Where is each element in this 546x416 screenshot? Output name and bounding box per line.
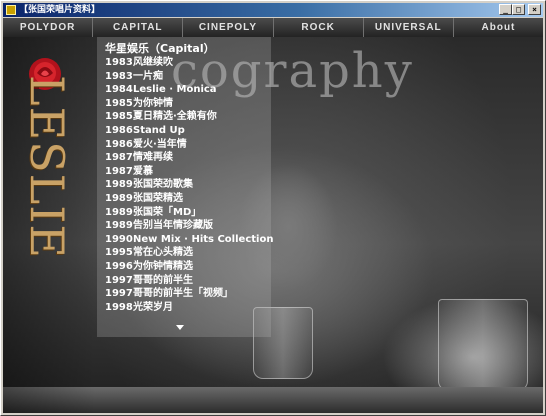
album-item[interactable]: 1986Stand Up: [105, 124, 273, 138]
app-window: 【张国荣唱片资料】 _ □ × POLYDOR CAPITAL CINEPOLY…: [0, 0, 546, 416]
album-year: 1983: [105, 70, 133, 82]
album-item[interactable]: 1997哥哥的前半生「视频」: [105, 287, 273, 301]
scroll-down-icon[interactable]: [176, 325, 184, 330]
album-title: 风继续吹: [133, 57, 173, 68]
album-year: 1985: [105, 111, 133, 123]
logo-panel: LESLIE: [3, 37, 95, 413]
album-title: 为你钟情: [133, 97, 173, 109]
album-year: 1990: [105, 233, 133, 245]
tab-cinepoly[interactable]: CINEPOLY: [183, 18, 274, 37]
album-item[interactable]: 1996为你钟情精选: [105, 260, 273, 274]
app-icon: [6, 5, 16, 15]
album-year: 1987: [105, 165, 133, 177]
album-item[interactable]: 1989告别当年情珍藏版: [105, 219, 273, 233]
album-item[interactable]: 1983风继续吹: [105, 56, 273, 70]
album-year: 1986: [105, 124, 133, 136]
discography-panel: 华星娱乐（Capital） 1983风继续吹 1983一片痴 1984Lesli…: [97, 37, 273, 337]
album-year: 1983: [105, 57, 133, 68]
album-title: New Mix · Hits Collection: [133, 233, 274, 245]
album-year: 1998: [105, 301, 133, 313]
album-year: 1984: [105, 84, 133, 96]
album-year: 1985: [105, 97, 133, 109]
maximize-button[interactable]: □: [512, 4, 525, 15]
album-title: 情难再续: [133, 152, 173, 164]
album-item[interactable]: 1990New Mix · Hits Collection: [105, 233, 273, 247]
leslie-logo: LESLIE: [20, 75, 74, 259]
album-list: 1983风继续吹 1983一片痴 1984Leslie · Monica 198…: [105, 56, 273, 314]
album-year: 1989: [105, 192, 133, 204]
content-area: cography LESLIE 华星娱乐（Capital） 1983风继续吹 1…: [3, 37, 543, 413]
album-year: 1997: [105, 274, 133, 286]
album-title: 为你钟情精选: [133, 260, 193, 272]
minimize-button[interactable]: _: [499, 4, 512, 15]
album-item[interactable]: 1986爱火·当年情: [105, 138, 273, 152]
label-header: 华星娱乐（Capital）: [105, 42, 215, 55]
wine-glass-right: [438, 299, 528, 391]
window-title: 【张国荣唱片资料】: [19, 5, 101, 15]
album-title: 爱慕: [133, 165, 153, 177]
album-item[interactable]: 1983一片痴: [105, 70, 273, 84]
album-item[interactable]: 1985为你钟情: [105, 97, 273, 111]
album-title: 光荣岁月: [133, 301, 173, 313]
album-item[interactable]: 1987爱慕: [105, 165, 273, 179]
title-bar[interactable]: 【张国荣唱片资料】 _ □ ×: [3, 3, 543, 17]
album-title: 张国荣精选: [133, 192, 183, 204]
tab-rock[interactable]: ROCK: [274, 18, 364, 37]
album-item[interactable]: 1998光荣岁月: [105, 301, 273, 315]
tab-capital[interactable]: CAPITAL: [93, 18, 184, 37]
album-item[interactable]: 1985夏日精选·全赖有你: [105, 110, 273, 124]
album-title: 常在心头精选: [133, 247, 193, 259]
album-year: 1997: [105, 288, 133, 300]
album-year: 1989: [105, 220, 133, 232]
album-year: 1989: [105, 206, 133, 218]
album-item[interactable]: 1989张国荣精选: [105, 192, 273, 206]
tab-polydor[interactable]: POLYDOR: [3, 18, 94, 37]
album-year: 1989: [105, 179, 133, 191]
album-item[interactable]: 1984Leslie · Monica: [105, 83, 273, 97]
album-item[interactable]: 1995常在心头精选: [105, 246, 273, 260]
label-nav-bar: POLYDOR CAPITAL CINEPOLY ROCK UNIVERSAL …: [3, 18, 543, 37]
album-item[interactable]: 1989张国荣「MD」: [105, 206, 273, 220]
album-title: 夏日精选·全赖有你: [133, 111, 217, 123]
album-year: 1995: [105, 247, 133, 259]
album-year: 1986: [105, 138, 133, 150]
close-button[interactable]: ×: [528, 4, 541, 15]
album-year: 1987: [105, 152, 133, 164]
tab-universal[interactable]: UNIVERSAL: [364, 18, 454, 37]
album-year: 1996: [105, 260, 133, 272]
tab-about[interactable]: About: [454, 18, 543, 37]
album-title: 张国荣「MD」: [133, 206, 202, 218]
album-title: 张国荣劲歌集: [133, 179, 193, 191]
album-title: Leslie · Monica: [133, 84, 217, 96]
album-title: 一片痴: [133, 70, 163, 82]
album-item[interactable]: 1997哥哥的前半生: [105, 274, 273, 288]
album-title: Stand Up: [133, 124, 185, 136]
album-item[interactable]: 1989张国荣劲歌集: [105, 178, 273, 192]
album-item[interactable]: 1987情难再续: [105, 151, 273, 165]
album-title: 告别当年情珍藏版: [133, 220, 213, 232]
album-title: 爱火·当年情: [133, 138, 187, 150]
album-title: 哥哥的前半生「视频」: [133, 288, 233, 300]
album-title: 哥哥的前半生: [133, 274, 193, 286]
